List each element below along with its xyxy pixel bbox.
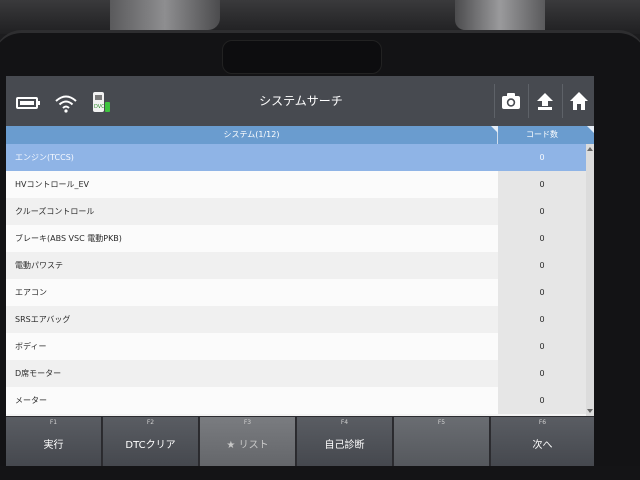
column-sort-marker: [491, 126, 498, 133]
table-row[interactable]: 電動パワステ 0: [6, 252, 586, 279]
fkey-number: F6: [538, 419, 547, 426]
code-count: 0: [498, 279, 586, 306]
page-title: システムサーチ: [259, 94, 343, 108]
scroll-up-arrow-icon[interactable]: [587, 147, 593, 151]
system-name: HVコントロール_EV: [6, 171, 498, 198]
svg-text:DVCI: DVCI: [94, 104, 106, 110]
function-key-bar: F1 実行 F2 DTCクリア F3 ★ リスト F4 自己診断 F5 F6 次…: [6, 416, 594, 466]
code-count: 0: [498, 306, 586, 333]
diagnostic-screen: DVCI システムサーチ システム(1/12) コード数 エンジン(TCCS) …: [6, 76, 594, 466]
table-row[interactable]: SRSエアバッグ 0: [6, 306, 586, 333]
wifi-icon: [55, 95, 77, 113]
fkey-number: F1: [49, 419, 58, 426]
table-row[interactable]: エアコン 0: [6, 279, 586, 306]
header-bar: DVCI システムサーチ: [6, 76, 594, 126]
fkey-number: F2: [146, 419, 155, 426]
status-icons: DVCI: [16, 90, 112, 116]
fkey-number: F4: [340, 419, 349, 426]
table-row[interactable]: エンジン(TCCS) 0: [6, 144, 586, 171]
fkey-label: DTCクリア: [125, 440, 176, 451]
f5-button[interactable]: F5: [394, 417, 490, 466]
fkey-label: ★ リスト: [226, 440, 269, 451]
screenshot-button[interactable]: [494, 76, 528, 126]
fkey-number: F3: [243, 419, 252, 426]
column-header-system: システム(1/12): [6, 126, 498, 144]
air-vent-left: [110, 0, 220, 30]
scroll-down-arrow-icon[interactable]: [587, 409, 593, 413]
fkey-label: 実行: [43, 440, 64, 451]
home-button[interactable]: [562, 76, 594, 126]
code-count: 0: [498, 360, 586, 387]
table-row[interactable]: HVコントロール_EV 0: [6, 171, 586, 198]
f4-self-diagnosis-button[interactable]: F4 自己診断: [297, 417, 393, 466]
code-count: 0: [498, 171, 586, 198]
system-list: エンジン(TCCS) 0 HVコントロール_EV 0 クルーズコントロール 0 …: [6, 144, 586, 416]
system-name: ボディー: [6, 333, 498, 360]
f6-next-button[interactable]: F6 次へ: [491, 417, 594, 466]
system-name: クルーズコントロール: [6, 198, 498, 225]
car-interior-background: [0, 0, 640, 34]
battery-icon: [16, 97, 40, 109]
back-button[interactable]: [528, 76, 562, 126]
code-count: 0: [498, 198, 586, 225]
table-row[interactable]: ブレーキ(ABS VSC 電動PKB) 0: [6, 225, 586, 252]
table-header: システム(1/12) コード数: [6, 126, 594, 144]
table-row[interactable]: メーター 0: [6, 387, 586, 414]
code-count: 0: [498, 387, 586, 414]
code-count: 0: [498, 252, 586, 279]
table-row[interactable]: D席モーター 0: [6, 360, 586, 387]
column-sort-marker: [587, 126, 594, 133]
table-row[interactable]: クルーズコントロール 0: [6, 198, 586, 225]
list-scrollbar[interactable]: [586, 144, 594, 416]
code-count: 0: [498, 225, 586, 252]
fkey-label: 次へ: [532, 440, 553, 451]
system-name: ブレーキ(ABS VSC 電動PKB): [6, 225, 498, 252]
f1-execute-button[interactable]: F1 実行: [6, 417, 102, 466]
fkey-number: F5: [437, 419, 446, 426]
tablet-bottom-bezel: [0, 466, 640, 480]
vci-device-icon: DVCI: [93, 92, 110, 112]
home-icon: [570, 92, 588, 110]
f2-dtc-clear-button[interactable]: F2 DTCクリア: [103, 417, 199, 466]
table-row[interactable]: ボディー 0: [6, 333, 586, 360]
upload-icon: [537, 93, 553, 110]
column-header-code-count: コード数: [526, 130, 558, 139]
system-name: エアコン: [6, 279, 498, 306]
system-name: メーター: [6, 387, 498, 414]
system-name: エンジン(TCCS): [6, 144, 498, 171]
camera-notch: [222, 40, 382, 74]
code-count: 0: [498, 333, 586, 360]
fkey-label: 自己診断: [324, 440, 365, 451]
code-count: 0: [498, 144, 586, 171]
system-name: D席モーター: [6, 360, 498, 387]
air-vent-right: [455, 0, 545, 30]
system-name: SRSエアバッグ: [6, 306, 498, 333]
camera-icon: [502, 93, 520, 109]
f3-list-button[interactable]: F3 ★ リスト: [200, 417, 296, 466]
system-name: 電動パワステ: [6, 252, 498, 279]
